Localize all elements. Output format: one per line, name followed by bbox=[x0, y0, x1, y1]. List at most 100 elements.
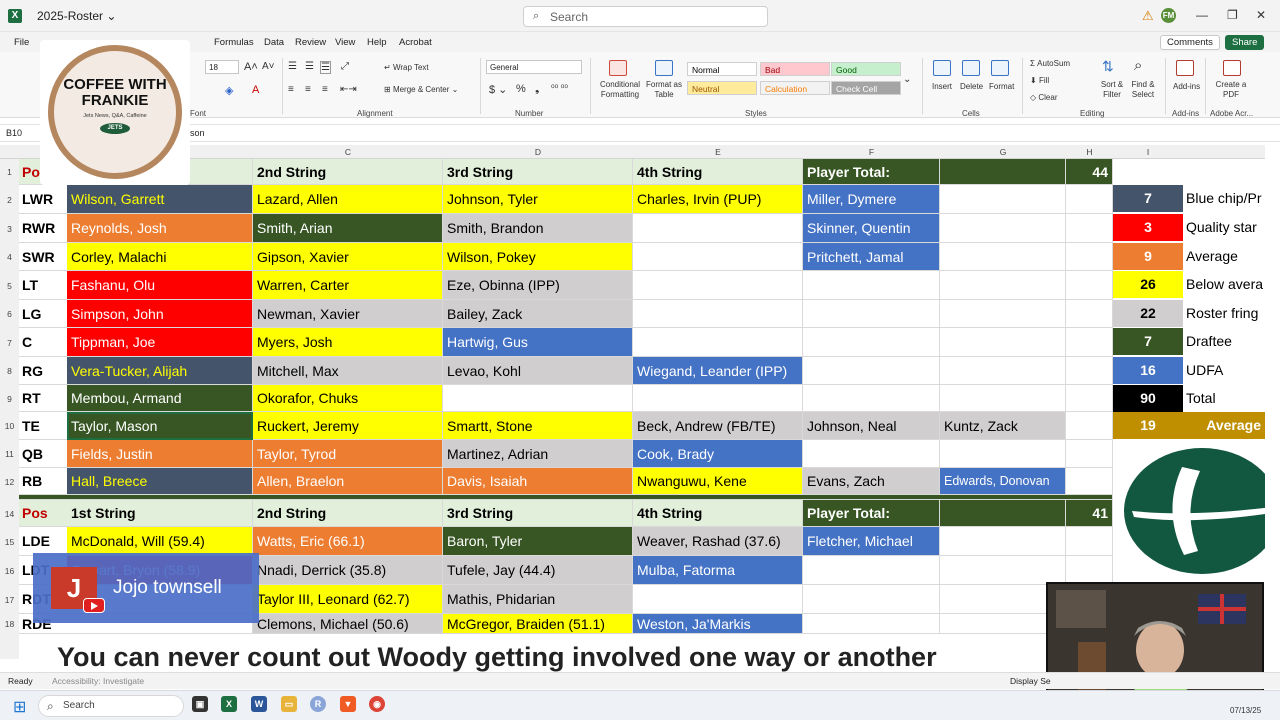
player-cell[interactable]: McDonald, Will (59.4) bbox=[67, 527, 253, 556]
player-cell[interactable]: Miller, Dymere bbox=[803, 185, 940, 214]
cell-style-2[interactable]: Good bbox=[831, 62, 901, 76]
player-cell[interactable] bbox=[803, 357, 940, 385]
warning-icon[interactable]: ⚠ bbox=[1142, 8, 1154, 24]
cell-style-4[interactable]: Calculation bbox=[760, 81, 830, 95]
player-cell[interactable] bbox=[803, 328, 940, 357]
player-cell[interactable]: Johnson, Neal bbox=[803, 412, 940, 440]
player-cell[interactable]: Tufele, Jay (44.4) bbox=[443, 556, 633, 585]
wrap-text-button[interactable]: ↵ Wrap Text bbox=[384, 63, 429, 72]
empty-cell[interactable] bbox=[1066, 385, 1113, 412]
player-cell[interactable] bbox=[940, 271, 1066, 300]
word-taskbar-icon[interactable]: W bbox=[251, 696, 267, 712]
player-cell[interactable]: Smartt, Stone bbox=[443, 412, 633, 440]
merge-center-button[interactable]: ⊞ Merge & Center ⌄ bbox=[384, 85, 458, 94]
brave-browser-icon[interactable]: ▼ bbox=[340, 696, 356, 712]
app-r-icon[interactable]: R bbox=[310, 696, 326, 712]
font-size-select[interactable]: 18 bbox=[205, 60, 239, 74]
player-cell[interactable]: Evans, Zach bbox=[803, 468, 940, 495]
decrease-font-icon[interactable]: A˅ bbox=[262, 61, 275, 72]
player-cell[interactable] bbox=[633, 243, 803, 271]
player-cell[interactable]: Simpson, John bbox=[67, 300, 253, 328]
comments-button[interactable]: Comments bbox=[1160, 35, 1220, 50]
player-cell[interactable]: Cook, Brady bbox=[633, 440, 803, 468]
empty-cell[interactable] bbox=[1066, 527, 1113, 556]
cell-style-3[interactable]: Neutral bbox=[687, 81, 757, 95]
accessibility-status[interactable]: Accessibility: Investigate bbox=[52, 676, 144, 686]
minimize-icon[interactable]: — bbox=[1196, 8, 1208, 22]
player-cell[interactable] bbox=[940, 328, 1066, 357]
player-cell[interactable] bbox=[940, 527, 1066, 556]
player-cell[interactable]: Vera-Tucker, Alijah bbox=[67, 357, 253, 385]
player-cell[interactable]: Smith, Arian bbox=[253, 214, 443, 243]
row-number[interactable]: 7 bbox=[0, 338, 19, 348]
empty-cell[interactable] bbox=[1066, 243, 1113, 271]
column-header-d[interactable]: D bbox=[443, 147, 633, 157]
addins-icon[interactable] bbox=[1176, 60, 1194, 76]
player-cell[interactable]: Kuntz, Zack bbox=[940, 412, 1066, 440]
conditional-formatting-label[interactable]: Conditional Formatting bbox=[595, 80, 645, 100]
player-cell[interactable] bbox=[633, 300, 803, 328]
column-header-c[interactable]: C bbox=[253, 147, 443, 157]
player-cell[interactable]: Wilson, Pokey bbox=[443, 243, 633, 271]
empty-cell[interactable] bbox=[1066, 271, 1113, 300]
format-cells-label[interactable]: Format bbox=[989, 82, 1014, 91]
find-select-icon[interactable]: ⌕ bbox=[1134, 57, 1142, 74]
player-cell[interactable]: Mitchell, Max bbox=[253, 357, 443, 385]
player-cell[interactable]: Ruckert, Jeremy bbox=[253, 412, 443, 440]
player-cell[interactable]: Tippman, Joe bbox=[67, 328, 253, 357]
player-cell[interactable]: Charles, Irvin (PUP) bbox=[633, 185, 803, 214]
increase-font-icon[interactable]: A˄ bbox=[244, 61, 258, 73]
empty-cell[interactable] bbox=[1066, 357, 1113, 385]
player-cell[interactable] bbox=[633, 585, 803, 614]
player-cell[interactable]: Allen, Braelon bbox=[253, 468, 443, 495]
player-cell[interactable]: Weaver, Rashad (37.6) bbox=[633, 527, 803, 556]
delete-cells-icon[interactable] bbox=[962, 60, 980, 76]
fill-button[interactable]: ⬇ Fill bbox=[1030, 76, 1049, 85]
player-cell[interactable] bbox=[940, 556, 1066, 585]
cell-style-0[interactable]: Normal bbox=[687, 62, 757, 76]
file-explorer-icon[interactable]: ▭ bbox=[281, 696, 297, 712]
player-cell[interactable] bbox=[940, 385, 1066, 412]
row-number[interactable]: 10 bbox=[0, 421, 19, 431]
row-number[interactable]: 1 bbox=[0, 167, 19, 177]
player-cell[interactable]: Smith, Brandon bbox=[443, 214, 633, 243]
player-cell[interactable]: Taylor III, Leonard (62.7) bbox=[253, 585, 443, 614]
taskbar-search[interactable]: ⌕ Search bbox=[38, 695, 184, 717]
player-cell[interactable]: Pritchett, Jamal bbox=[803, 243, 940, 271]
find-select-label[interactable]: Find & Select bbox=[1128, 80, 1158, 100]
row-number[interactable]: 3 bbox=[0, 224, 19, 234]
column-header-i[interactable]: I bbox=[1113, 147, 1183, 157]
column-header-h[interactable]: H bbox=[1066, 147, 1113, 157]
player-cell[interactable] bbox=[940, 214, 1066, 243]
decimal-icon[interactable]: ⁰⁰ ⁰⁰ bbox=[551, 83, 568, 94]
player-cell[interactable]: Nnadi, Derrick (35.8) bbox=[253, 556, 443, 585]
player-cell[interactable]: McGregor, Braiden (51.1) bbox=[443, 614, 633, 634]
create-pdf-label[interactable]: Create a PDF bbox=[1214, 80, 1248, 100]
row-number[interactable]: 18 bbox=[0, 619, 19, 629]
chrome-browser-icon[interactable]: ◉ bbox=[369, 696, 385, 712]
percent-icon[interactable]: % bbox=[516, 83, 526, 95]
player-cell[interactable]: Wiegand, Leander (IPP) bbox=[633, 357, 803, 385]
player-cell[interactable]: Clemons, Michael (50.6) bbox=[253, 614, 443, 634]
orientation-icon[interactable]: ⤢ bbox=[341, 61, 349, 72]
align-right-icon[interactable]: ≡ bbox=[322, 84, 328, 95]
column-header-g[interactable]: G bbox=[940, 147, 1066, 157]
player-cell[interactable]: Hall, Breece bbox=[67, 468, 253, 495]
task-view-icon[interactable]: ▣ bbox=[192, 696, 208, 712]
delete-cells-label[interactable]: Delete bbox=[960, 82, 983, 91]
player-cell[interactable]: Weston, Ja'Markis bbox=[633, 614, 803, 634]
player-cell[interactable] bbox=[940, 243, 1066, 271]
player-cell[interactable] bbox=[803, 271, 940, 300]
player-cell[interactable]: Membou, Armand bbox=[67, 385, 253, 412]
font-color-icon[interactable]: A bbox=[252, 84, 259, 96]
row-number[interactable]: 11 bbox=[0, 449, 19, 459]
player-cell[interactable]: Edwards, Donovan bbox=[940, 468, 1066, 495]
player-cell[interactable]: Corley, Malachi bbox=[67, 243, 253, 271]
indent-icon[interactable]: ⇤⇥ bbox=[340, 84, 357, 95]
player-cell[interactable]: Newman, Xavier bbox=[253, 300, 443, 328]
menu-acrobat[interactable]: Acrobat bbox=[399, 37, 432, 48]
row-number[interactable]: 15 bbox=[0, 537, 19, 547]
player-cell[interactable]: Johnson, Tyler bbox=[443, 185, 633, 214]
player-cell[interactable] bbox=[633, 385, 803, 412]
player-cell[interactable]: Eze, Obinna (IPP) bbox=[443, 271, 633, 300]
